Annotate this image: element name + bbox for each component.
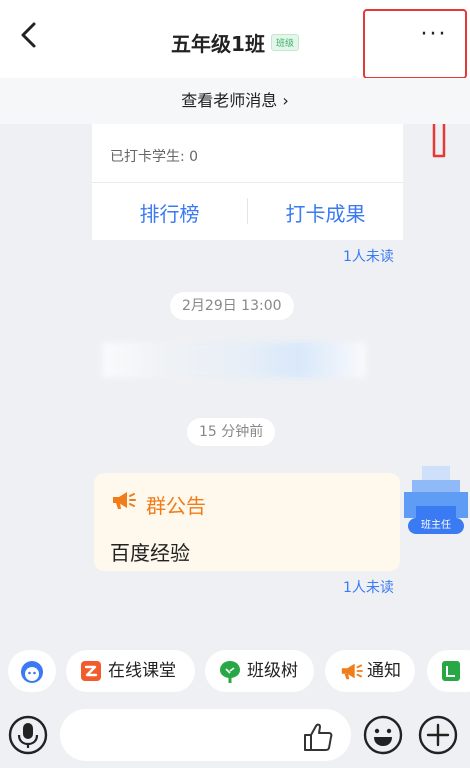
announcement-body: 百度经验 — [110, 541, 190, 565]
homework-chip[interactable] — [427, 650, 470, 692]
announcement-bubble[interactable]: 群公告 百度经验 — [94, 473, 400, 571]
timestamp: 2月29日 13:00 — [170, 292, 294, 320]
plus-icon[interactable] — [418, 715, 458, 755]
class-tree-icon — [220, 661, 240, 683]
chip-label: 通知 — [367, 661, 401, 681]
megaphone-icon — [113, 492, 136, 509]
assistant-chip[interactable] — [8, 650, 56, 692]
blurred-message — [102, 342, 366, 378]
message-input-bar — [0, 700, 470, 768]
announcement-title: 群公告 — [146, 494, 206, 518]
view-teacher-messages[interactable]: 查看老师消息 › — [0, 78, 470, 124]
online-class-chip[interactable]: 在线课堂 — [66, 650, 195, 692]
class-badge: 班级 — [270, 34, 299, 51]
checkin-card: 已打卡学生: 0 排行榜 打卡成果 — [92, 124, 403, 240]
online-class-icon — [81, 661, 101, 681]
checkin-results-button[interactable]: 打卡成果 — [248, 198, 403, 227]
unread-count[interactable]: 1人未读 — [343, 246, 394, 266]
page-title: 五年级1班 — [171, 32, 265, 56]
assistant-icon — [21, 661, 43, 683]
emoji-icon[interactable] — [363, 715, 403, 755]
chip-label: 班级树 — [247, 661, 298, 681]
book-icon — [442, 661, 460, 681]
voice-icon[interactable] — [8, 715, 48, 755]
highlight-box — [363, 9, 467, 79]
checked-in-count: 已打卡学生: 0 — [110, 149, 199, 165]
quick-actions-bar: 在线课堂 班级树 通知 — [0, 650, 470, 694]
class-tree-chip[interactable]: 班级树 — [205, 650, 314, 692]
chip-label: 在线课堂 — [108, 661, 176, 681]
thumbs-up-icon[interactable] — [302, 722, 334, 752]
notice-chip[interactable]: 通知 — [325, 650, 415, 692]
megaphone-icon — [341, 663, 363, 680]
card-divider — [92, 182, 403, 183]
head-teacher-tag: 班主任 — [408, 518, 464, 534]
timestamp: 15 分钟前 — [187, 418, 276, 446]
leaderboard-button[interactable]: 排行榜 — [92, 198, 247, 227]
unread-count[interactable]: 1人未读 — [343, 577, 394, 597]
